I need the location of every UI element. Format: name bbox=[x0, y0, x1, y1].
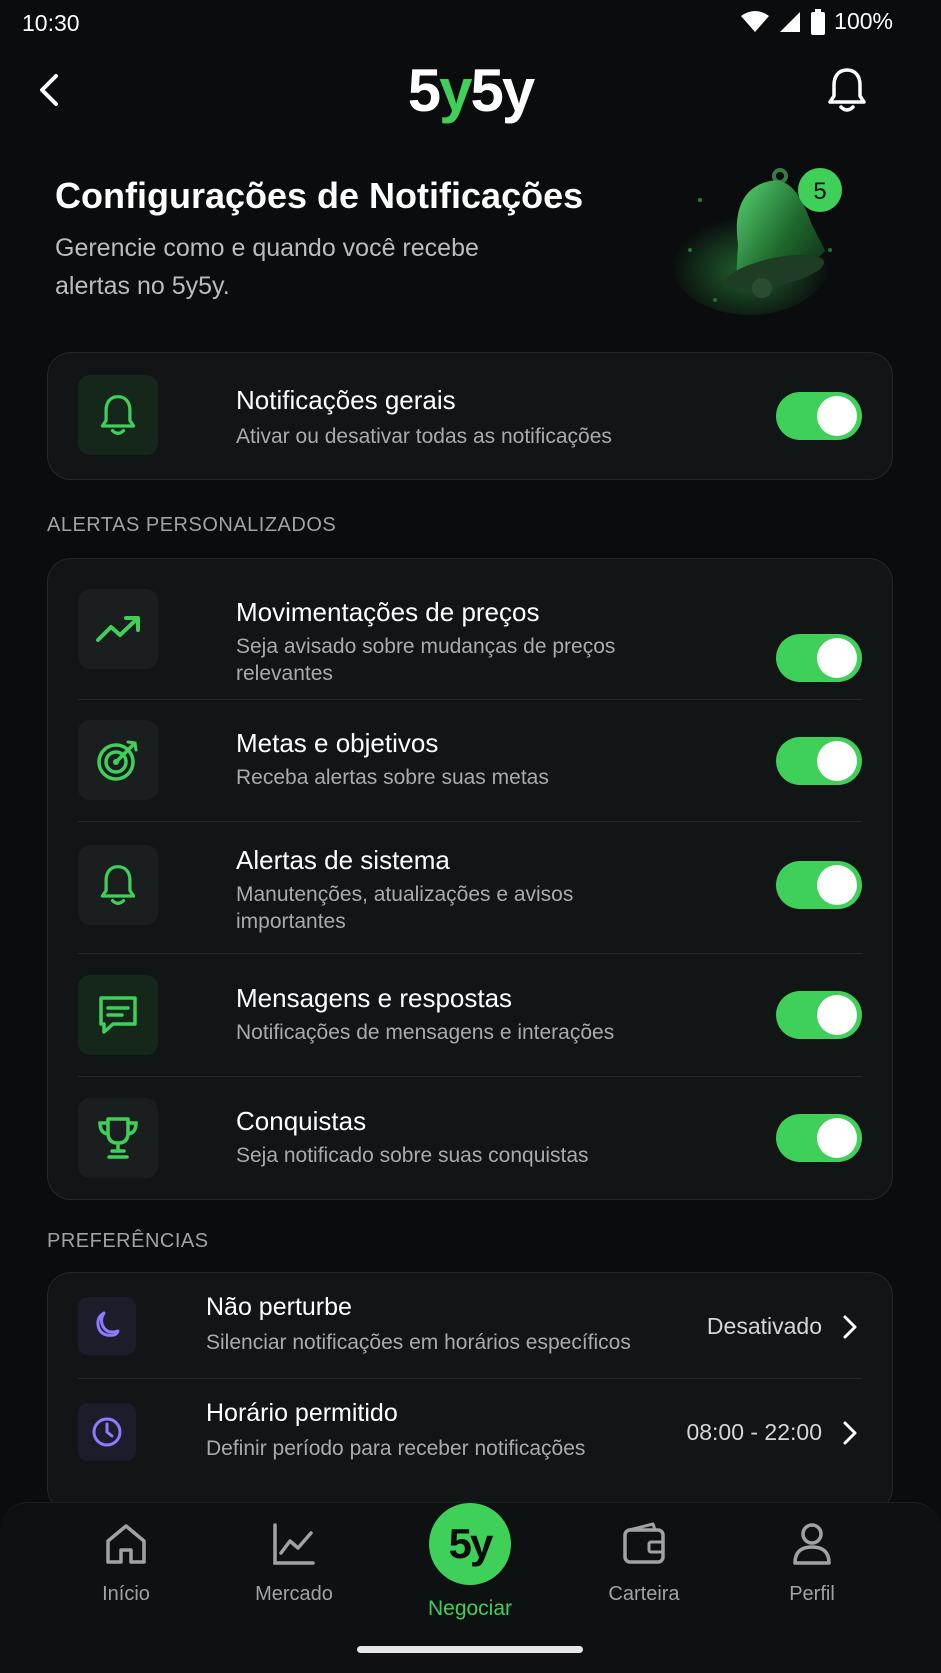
alert-subtitle: Notificações de mensagens e interações bbox=[236, 1021, 615, 1044]
alert-toggle[interactable] bbox=[776, 991, 862, 1039]
divider bbox=[78, 1378, 862, 1379]
alert-title: Movimentações de preços bbox=[236, 597, 540, 627]
alert-row-system[interactable]: Alertas de sistema Manutenções, atualiza… bbox=[78, 845, 862, 933]
alert-title: Mensagens e respostas bbox=[236, 983, 513, 1013]
target-icon bbox=[78, 720, 158, 800]
divider bbox=[78, 699, 862, 700]
general-notifications-subtitle: Ativar ou desativar todas as notificaçõe… bbox=[236, 425, 612, 448]
pref-subtitle: Silenciar notificações em horários espec… bbox=[206, 1331, 631, 1354]
alert-row-goals[interactable]: Metas e objetivos Receba alertas sobre s… bbox=[78, 720, 862, 800]
trade-logo-button[interactable]: 5y bbox=[429, 1503, 511, 1585]
pref-subtitle: Definir período para receber notificaçõe… bbox=[206, 1437, 586, 1460]
battery-level: 100% bbox=[834, 8, 893, 34]
logo-text-1: 5 bbox=[407, 57, 441, 124]
nav-item-profile[interactable]: Perfil bbox=[742, 1503, 882, 1623]
hero-badge-count: 5 bbox=[813, 178, 826, 205]
nav-label: Mercado bbox=[255, 1583, 333, 1605]
alert-subtitle: Manutenções, atualizações e avisos impor… bbox=[236, 883, 574, 933]
divider bbox=[78, 1076, 862, 1077]
alert-subtitle: Receba alertas sobre suas metas bbox=[236, 766, 549, 789]
general-notifications-card: Notificações gerais Ativar ou desativar … bbox=[47, 352, 893, 480]
alert-row-achievements[interactable]: Conquistas Seja notificado sobre suas co… bbox=[78, 1098, 862, 1178]
nav-label-active: Negociar bbox=[427, 1597, 513, 1620]
alert-subtitle: Seja notificado sobre suas conquistas bbox=[236, 1144, 589, 1167]
pref-title: Não perturbe bbox=[206, 1293, 352, 1321]
nav-item-market[interactable]: Mercado bbox=[224, 1503, 364, 1623]
alert-title: Conquistas bbox=[236, 1106, 367, 1136]
alert-row-price-movements[interactable]: Movimentações de preços Seja avisado sob… bbox=[78, 589, 862, 685]
divider bbox=[78, 821, 862, 822]
home-indicator[interactable] bbox=[357, 1646, 583, 1653]
pref-title: Horário permitido bbox=[206, 1399, 398, 1427]
nav-item-home[interactable]: Início bbox=[56, 1503, 196, 1623]
alert-title: Alertas de sistema bbox=[236, 845, 450, 875]
message-icon bbox=[78, 975, 158, 1055]
signal-icon bbox=[780, 11, 801, 32]
nav-label: Início bbox=[102, 1583, 150, 1605]
pref-row-do-not-disturb[interactable]: Não perturbe Silenciar notificações em h… bbox=[78, 1293, 862, 1357]
general-notifications-toggle[interactable] bbox=[776, 392, 862, 440]
wifi-icon bbox=[741, 10, 770, 32]
chart-icon bbox=[273, 1523, 315, 1565]
nav-item-wallet[interactable]: Carteira bbox=[574, 1503, 714, 1623]
pref-row-allowed-hours[interactable]: Horário permitido Definir período para r… bbox=[78, 1399, 862, 1463]
notification-bell-icon[interactable] bbox=[825, 66, 869, 114]
alert-row-messages[interactable]: Mensagens e respostas Notificações de me… bbox=[78, 975, 862, 1055]
nav-label: Perfil bbox=[789, 1583, 835, 1605]
alert-toggle[interactable] bbox=[776, 737, 862, 785]
status-time: 10:30 bbox=[22, 10, 80, 36]
bell-icon bbox=[78, 375, 158, 455]
app-logo: 5y5y bbox=[0, 56, 941, 125]
status-bar: 10:30 100% bbox=[0, 0, 941, 46]
battery-icon bbox=[811, 8, 826, 35]
trending-up-icon bbox=[78, 589, 158, 669]
general-notifications-title: Notificações gerais bbox=[236, 385, 456, 415]
logo-text-2: 5y bbox=[470, 57, 536, 124]
divider bbox=[78, 953, 862, 954]
preferences-card: Não perturbe Silenciar notificações em h… bbox=[47, 1272, 893, 1512]
custom-alerts-label: ALERTAS PERSONALIZADOS bbox=[47, 514, 337, 536]
app-bar: 5y5y bbox=[0, 50, 941, 130]
trophy-icon bbox=[78, 1098, 158, 1178]
alert-toggle[interactable] bbox=[776, 634, 862, 682]
custom-alerts-card: Movimentações de preços Seja avisado sob… bbox=[47, 558, 893, 1200]
logo-text-accent: y bbox=[439, 57, 472, 124]
alert-toggle[interactable] bbox=[776, 1114, 862, 1162]
moon-icon bbox=[78, 1297, 136, 1355]
wallet-icon bbox=[623, 1522, 665, 1564]
alert-subtitle: Seja avisado sobre mudanças de preços re… bbox=[236, 635, 616, 685]
alert-title: Metas e objetivos bbox=[236, 728, 439, 758]
pref-value: 08:00 - 22:00 bbox=[686, 1419, 822, 1445]
page-subtitle: Gerencie como e quando você recebe alert… bbox=[55, 234, 479, 300]
chevron-right-icon bbox=[843, 1421, 857, 1445]
status-icons: 100% bbox=[740, 8, 893, 35]
alert-toggle[interactable] bbox=[776, 861, 862, 909]
user-icon bbox=[793, 1523, 831, 1565]
bell-icon bbox=[78, 845, 158, 925]
page-title: Configurações de Notificações bbox=[55, 175, 584, 216]
clock-icon bbox=[78, 1403, 136, 1461]
preferences-label: PREFERÊNCIAS bbox=[47, 1230, 209, 1252]
chevron-right-icon bbox=[843, 1315, 857, 1339]
pref-value: Desativado bbox=[706, 1313, 822, 1339]
hero-bell-icon: 5 bbox=[670, 168, 842, 315]
home-icon bbox=[106, 1524, 146, 1564]
general-notifications-row[interactable]: Notificações gerais Ativar ou desativar … bbox=[78, 375, 862, 457]
hero-section: Configurações de Notificações Gerencie c… bbox=[55, 175, 615, 305]
nav-label: Carteira bbox=[608, 1583, 680, 1605]
